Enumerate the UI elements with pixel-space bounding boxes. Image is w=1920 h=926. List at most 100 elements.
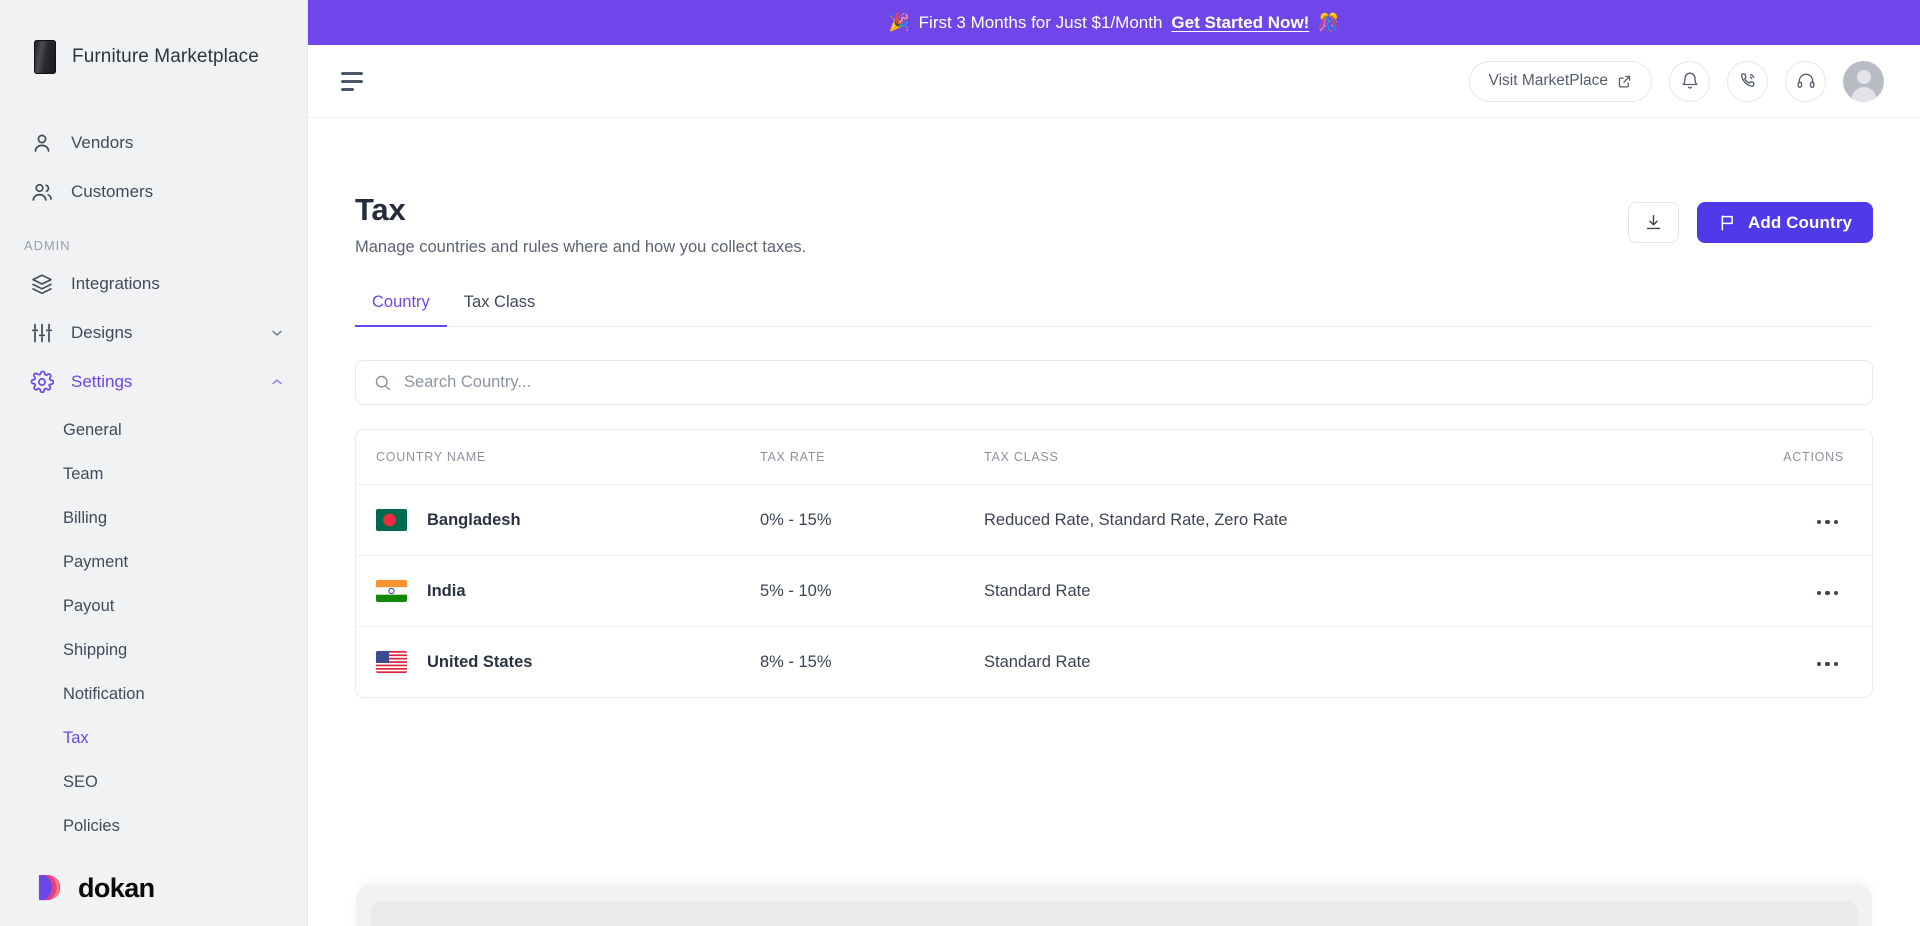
sidebar-item-team[interactable]: Team bbox=[0, 452, 307, 496]
page-header-actions: Add Country bbox=[1627, 192, 1873, 243]
sidebar-item-vendors[interactable]: Vendors bbox=[0, 118, 307, 167]
sidebar-nav: Vendors Customers ADMIN Integrations Des… bbox=[0, 88, 307, 848]
sidebar-item-label: Integrations bbox=[71, 273, 160, 293]
col-country-name: COUNTRY NAME bbox=[356, 430, 760, 485]
tax-class-cell: Standard Rate bbox=[984, 652, 1091, 671]
tax-rate-cell: 8% - 15% bbox=[760, 652, 832, 671]
chevron-up-icon[interactable] bbox=[269, 374, 285, 390]
sidebar-section-admin: ADMIN bbox=[24, 238, 71, 253]
search-bar[interactable] bbox=[355, 360, 1873, 405]
sidebar-item-customers[interactable]: Customers bbox=[0, 167, 307, 216]
download-icon bbox=[1644, 213, 1663, 232]
add-country-label: Add Country bbox=[1747, 212, 1852, 232]
sidebar-item-general[interactable]: General bbox=[0, 408, 307, 452]
layers-icon bbox=[30, 272, 54, 296]
country-cell: United States bbox=[376, 651, 760, 673]
sidebar-item-shipping[interactable]: Shipping bbox=[0, 628, 307, 672]
flag-india-icon bbox=[376, 580, 407, 602]
sidebar-item-payment[interactable]: Payment bbox=[0, 540, 307, 584]
party-popper-emoji: 🎉 bbox=[888, 12, 910, 32]
user-icon bbox=[30, 131, 54, 155]
user-avatar-icon[interactable] bbox=[1843, 60, 1884, 102]
country-name: India bbox=[427, 581, 466, 600]
more-horizontal-icon[interactable] bbox=[1811, 585, 1845, 602]
external-link-icon bbox=[1617, 74, 1632, 89]
settings-submenu: General Team Billing Payment Payout Ship… bbox=[0, 406, 307, 848]
sliders-icon bbox=[30, 321, 54, 345]
promo-text: First 3 Months for Just $1/Month bbox=[918, 12, 1163, 32]
bottom-sheet-peek bbox=[356, 884, 1872, 926]
download-button[interactable] bbox=[1627, 202, 1679, 243]
sidebar-item-label: Customers bbox=[71, 181, 154, 201]
app-root: Furniture Marketplace Vendors Customers … bbox=[0, 0, 1920, 926]
table-row[interactable]: United States 8% - 15% Standard Rate bbox=[356, 627, 1872, 698]
sidebar-item-label: Designs bbox=[71, 322, 133, 342]
sidebar: Furniture Marketplace Vendors Customers … bbox=[0, 0, 308, 926]
sidebar-item-billing[interactable]: Billing bbox=[0, 496, 307, 540]
promo-banner: 🎉 First 3 Months for Just $1/Month Get S… bbox=[308, 0, 1920, 45]
table-header-row: COUNTRY NAME TAX RATE TAX CLASS ACTIONS bbox=[356, 430, 1872, 485]
dokan-wordmark: dokan bbox=[78, 873, 155, 903]
flag-bangladesh-icon bbox=[376, 509, 407, 531]
sidebar-item-designs[interactable]: Designs bbox=[0, 308, 307, 357]
gear-icon bbox=[30, 370, 55, 394]
table-body: Bangladesh 0% - 15% Reduced Rate, Standa… bbox=[356, 484, 1872, 698]
country-cell: Bangladesh bbox=[376, 509, 760, 531]
sidebar-item-integrations[interactable]: Integrations bbox=[0, 259, 307, 308]
visit-marketplace-label: Visit MarketPlace bbox=[1488, 72, 1608, 89]
search-input[interactable] bbox=[404, 373, 1855, 392]
tax-class-cell: Standard Rate bbox=[984, 555, 1752, 627]
sidebar-item-notification[interactable]: Notification bbox=[0, 672, 307, 716]
topbar: Visit MarketPlace bbox=[308, 45, 1920, 118]
main-area: 🎉 First 3 Months for Just $1/Month Get S… bbox=[308, 0, 1920, 926]
table: COUNTRY NAME TAX RATE TAX CLASS ACTIONS bbox=[356, 430, 1872, 697]
page-header-text: Tax Manage countries and rules where and… bbox=[355, 192, 806, 257]
sidebar-item-label: Vendors bbox=[71, 132, 134, 152]
col-actions: ACTIONS bbox=[1752, 430, 1872, 485]
sidebar-item-settings[interactable]: Settings bbox=[0, 357, 307, 406]
tab-country[interactable]: Country bbox=[355, 293, 447, 327]
search-icon bbox=[373, 373, 392, 392]
sidebar-item-label: Settings bbox=[71, 371, 133, 391]
hamburger-icon[interactable] bbox=[341, 71, 367, 91]
tax-rate-cell: 0% - 15% bbox=[760, 484, 984, 556]
bell-icon bbox=[1680, 71, 1700, 91]
users-icon bbox=[30, 180, 54, 204]
sidebar-item-tax[interactable]: Tax bbox=[0, 716, 307, 760]
phone-ring-icon bbox=[1738, 71, 1758, 91]
content-area: Tax Manage countries and rules where and… bbox=[308, 118, 1920, 926]
country-name: Bangladesh bbox=[427, 510, 521, 529]
table-row[interactable]: Bangladesh 0% - 15% Reduced Rate, Standa… bbox=[356, 484, 1872, 556]
tab-bar: Country Tax Class bbox=[355, 293, 1873, 327]
col-tax-class: TAX CLASS bbox=[984, 430, 1752, 485]
country-name: United States bbox=[427, 652, 533, 671]
chevron-down-icon[interactable] bbox=[269, 325, 285, 341]
promo-cta-link[interactable]: Get Started Now! bbox=[1171, 13, 1309, 33]
support-button[interactable] bbox=[1785, 60, 1826, 102]
tax-rate-cell: 5% - 10% bbox=[760, 555, 984, 627]
page-title: Tax bbox=[355, 192, 406, 227]
brand[interactable]: Furniture Marketplace bbox=[0, 0, 307, 88]
col-tax-rate: TAX RATE bbox=[760, 430, 984, 485]
tax-class-cell: Reduced Rate, Standard Rate, Zero Rate bbox=[984, 484, 1752, 556]
country-cell: India bbox=[376, 580, 760, 602]
flag-united-states-icon bbox=[376, 651, 407, 673]
table-row[interactable]: India 5% - 10% Standard Rate bbox=[356, 555, 1872, 627]
more-horizontal-icon[interactable] bbox=[1811, 514, 1845, 531]
notification-button[interactable] bbox=[1669, 60, 1710, 102]
call-button[interactable] bbox=[1727, 60, 1768, 102]
confetti-emoji: 🎊 bbox=[1318, 12, 1340, 32]
dokan-mark-icon bbox=[36, 873, 67, 904]
sidebar-item-payout[interactable]: Payout bbox=[0, 584, 307, 628]
visit-marketplace-button[interactable]: Visit MarketPlace bbox=[1468, 60, 1652, 102]
headset-icon bbox=[1796, 71, 1816, 91]
page-subtitle: Manage countries and rules where and how… bbox=[355, 238, 807, 256]
dokan-logo: dokan bbox=[0, 873, 307, 926]
sidebar-item-seo[interactable]: SEO bbox=[0, 760, 307, 804]
tab-tax-class[interactable]: Tax Class bbox=[447, 293, 553, 326]
topbar-actions: Visit MarketPlace bbox=[1468, 60, 1884, 102]
add-country-button[interactable]: Add Country bbox=[1696, 202, 1873, 243]
tax-country-table: COUNTRY NAME TAX RATE TAX CLASS ACTIONS bbox=[355, 429, 1873, 698]
sidebar-item-policies[interactable]: Policies bbox=[0, 804, 307, 848]
more-horizontal-icon[interactable] bbox=[1811, 656, 1845, 673]
